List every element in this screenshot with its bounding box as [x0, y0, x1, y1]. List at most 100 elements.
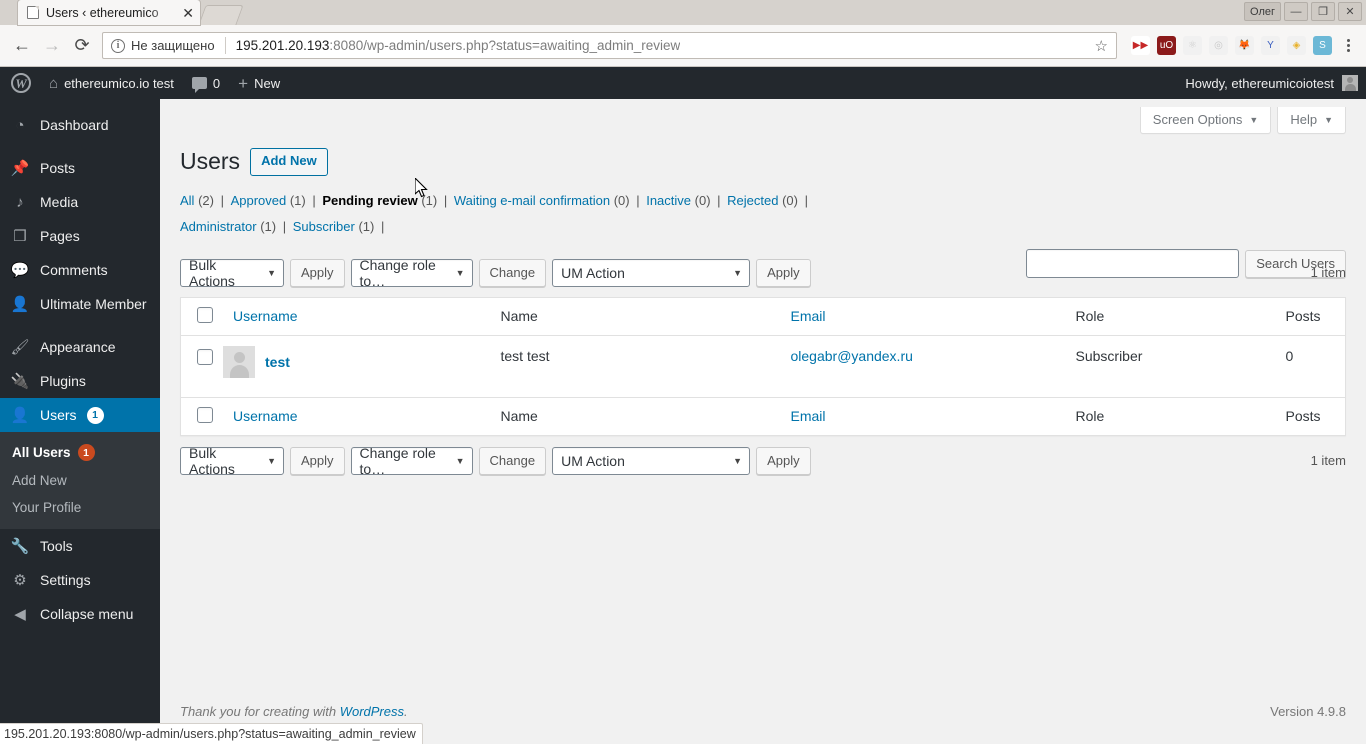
filter-count: (0) — [778, 193, 798, 208]
site-name-button[interactable]: ⌂ ethereumico.io test — [40, 67, 183, 99]
account-menu[interactable]: Howdy, ethereumicoiotest — [1185, 75, 1366, 91]
wordpress-link[interactable]: WordPress — [340, 704, 404, 719]
sidebar-item-tools[interactable]: 🔧Tools — [0, 529, 160, 563]
column-footer-username-link[interactable]: Username — [233, 408, 298, 424]
row-checkbox[interactable] — [197, 349, 213, 365]
um-action-select-top[interactable]: UM Action ▼ — [552, 259, 750, 287]
bookmark-star-icon[interactable]: ☆ — [1091, 37, 1112, 55]
sidebar-submenu-users: All Users1Add NewYour Profile — [0, 432, 160, 529]
comments-icon: 💬 — [10, 261, 30, 279]
recorder-icon[interactable]: ◎ — [1209, 36, 1228, 55]
column-footer-email-link[interactable]: Email — [791, 408, 826, 424]
item-count-top: 1 item — [1311, 265, 1346, 280]
sidebar-item-users[interactable]: 👤Users1 — [0, 398, 160, 432]
sidebar-item-pages[interactable]: ❒Pages — [0, 219, 160, 253]
bulk-apply-button-top[interactable]: Apply — [290, 259, 345, 287]
page-title-text: Users — [180, 147, 240, 177]
close-icon[interactable]: ✕ — [182, 6, 194, 20]
reload-icon[interactable]: ⟳ — [68, 32, 96, 60]
um-action-select-bottom[interactable]: UM Action ▼ — [552, 447, 750, 475]
um-action-value: UM Action — [561, 265, 625, 281]
wrench-icon: 🔧 — [10, 537, 30, 555]
sidebar-item-collapse-menu[interactable]: ◀Collapse menu — [0, 597, 160, 631]
column-header-username-link[interactable]: Username — [233, 308, 298, 324]
browser-titlebar: Users ‹ ethereumico ✕ Олег — ❐ ✕ — [0, 0, 1366, 25]
submenu-item-add-new[interactable]: Add New — [0, 467, 160, 494]
browser-toolbar: ← → ⟳ i Не защищено 195.201.20.193:8080/… — [0, 25, 1366, 67]
browser-tab[interactable]: Users ‹ ethereumico ✕ — [18, 0, 200, 25]
select-all-checkbox-bottom[interactable] — [197, 407, 213, 423]
change-role-select-top[interactable]: Change role to… ▼ — [351, 259, 473, 287]
column-footer-username[interactable]: Username — [223, 397, 491, 435]
filter-subscriber[interactable]: Subscriber — [293, 219, 355, 234]
filter-all[interactable]: All — [180, 193, 194, 208]
sidebar-item-plugins[interactable]: 🔌Plugins — [0, 364, 160, 398]
sidebar-item-posts[interactable]: 📌Posts — [0, 151, 160, 185]
submenu-item-your-profile[interactable]: Your Profile — [0, 494, 160, 521]
sidebar-item-label: Media — [40, 195, 78, 209]
bulk-actions-select-bottom[interactable]: Bulk Actions ▼ — [180, 447, 284, 475]
bulk-actions-select-top[interactable]: Bulk Actions ▼ — [180, 259, 284, 287]
column-header-username[interactable]: Username — [223, 297, 491, 335]
change-role-button-bottom[interactable]: Change — [479, 447, 547, 475]
bulk-apply-button-bottom[interactable]: Apply — [290, 447, 345, 475]
select-all-checkbox-top[interactable] — [197, 307, 213, 323]
help-button[interactable]: Help ▼ — [1277, 107, 1346, 134]
change-role-button-top[interactable]: Change — [479, 259, 547, 287]
new-content-button[interactable]: + New — [229, 67, 289, 99]
react-devtools-icon[interactable]: ⚛ — [1183, 36, 1202, 55]
sidebar-menu-bottom: 🔧Tools⚙Settings◀Collapse menu — [0, 529, 160, 631]
address-bar[interactable]: i Не защищено 195.201.20.193:8080/wp-adm… — [102, 32, 1117, 59]
filter-inactive[interactable]: Inactive — [646, 193, 691, 208]
wp-logo-button[interactable]: W — [0, 67, 40, 99]
extension-icons: ▶▶ uO ⚛ ◎ 🦊 Y ◈ S — [1125, 36, 1332, 55]
chevron-down-icon: ▼ — [456, 268, 465, 278]
sidebar-item-comments[interactable]: 💬Comments — [0, 253, 160, 287]
column-header-name: Name — [491, 297, 781, 335]
fox-icon[interactable]: 🦊 — [1235, 36, 1254, 55]
video-downloader-icon[interactable]: ▶▶ — [1131, 36, 1150, 55]
username-link[interactable]: test — [265, 354, 290, 370]
table-foot: Username Name Email Role Posts — [181, 397, 1346, 435]
screen-options-label: Screen Options — [1153, 112, 1243, 127]
screen-options-button[interactable]: Screen Options ▼ — [1140, 107, 1272, 134]
filter-separator: | — [214, 193, 231, 208]
maximize-icon[interactable]: ❐ — [1311, 2, 1335, 21]
sidebar-item-media[interactable]: ♪Media — [0, 185, 160, 219]
new-tab-button[interactable] — [198, 5, 243, 25]
filter-administrator[interactable]: Administrator — [180, 219, 257, 234]
column-footer-email[interactable]: Email — [781, 397, 1066, 435]
filter-pending-review[interactable]: Pending review — [322, 193, 417, 208]
browser-menu-icon[interactable] — [1338, 39, 1358, 52]
filter-approved[interactable]: Approved — [231, 193, 287, 208]
ublock-origin-icon[interactable]: uO — [1157, 36, 1176, 55]
change-role-select-bottom[interactable]: Change role to… ▼ — [351, 447, 473, 475]
column-header-email-link[interactable]: Email — [791, 308, 826, 324]
sidebar-item-settings[interactable]: ⚙Settings — [0, 563, 160, 597]
um-apply-button-top[interactable]: Apply — [756, 259, 811, 287]
user-icon: 👤 — [10, 295, 30, 313]
column-header-email[interactable]: Email — [781, 297, 1066, 335]
grammar-icon[interactable]: S — [1313, 36, 1332, 55]
email-link[interactable]: olegabr@yandex.ru — [791, 348, 913, 364]
filter-waiting-e-mail-confirmation[interactable]: Waiting e-mail confirmation — [454, 193, 610, 208]
add-new-user-button[interactable]: Add New — [250, 148, 328, 175]
diamond-icon[interactable]: ◈ — [1287, 36, 1306, 55]
um-apply-button-bottom[interactable]: Apply — [756, 447, 811, 475]
submenu-item-all-users[interactable]: All Users1 — [0, 438, 160, 467]
pages-icon: ❒ — [10, 227, 30, 245]
yandex-icon[interactable]: Y — [1261, 36, 1280, 55]
sidebar-item-label: Plugins — [40, 374, 86, 388]
table-row[interactable]: testtest testolegabr@yandex.ruSubscriber… — [181, 335, 1346, 397]
minimize-icon[interactable]: — — [1284, 2, 1308, 21]
back-icon[interactable]: ← — [8, 32, 36, 60]
comments-count: 0 — [213, 76, 220, 91]
sidebar-item-ultimate-member[interactable]: 👤Ultimate Member — [0, 287, 160, 321]
filter-rejected[interactable]: Rejected — [727, 193, 778, 208]
sidebar-item-dashboard[interactable]: ◔Dashboard — [0, 108, 160, 142]
sidebar-item-appearance[interactable]: 🖌Appearance — [0, 330, 160, 364]
sidebar-item-label: Posts — [40, 161, 75, 175]
window-close-icon[interactable]: ✕ — [1338, 2, 1362, 21]
comments-button[interactable]: 0 — [183, 67, 229, 99]
filter-count: (0) — [610, 193, 630, 208]
